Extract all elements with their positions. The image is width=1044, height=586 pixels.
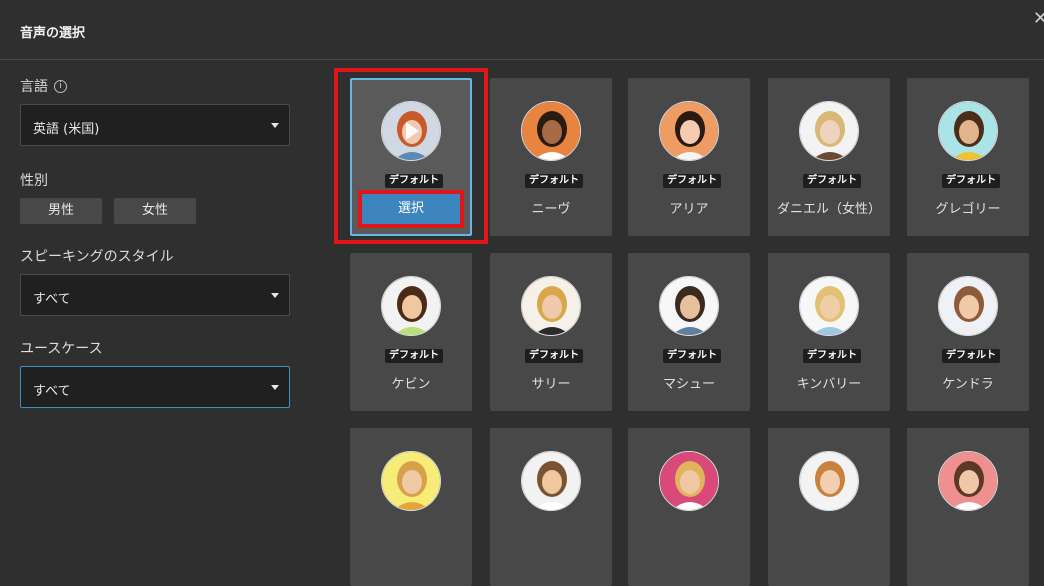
avatar xyxy=(938,101,998,161)
avatar xyxy=(521,276,581,336)
voice-name: アリア xyxy=(669,202,709,217)
voice-card[interactable]: デフォルトグレゴリー xyxy=(907,78,1029,236)
voice-name: ケビン xyxy=(391,377,431,392)
voice-name: サリー xyxy=(531,377,571,392)
voice-card[interactable] xyxy=(350,428,472,586)
avatar xyxy=(938,276,998,336)
voice-name: ダニエル（女性） xyxy=(776,202,881,217)
voice-card[interactable]: デフォルトキンバリー xyxy=(768,253,890,411)
voice-card[interactable]: デフォルト ケビン xyxy=(350,253,472,411)
chevron-down-icon xyxy=(271,385,279,390)
avatar xyxy=(381,451,441,511)
default-badge: デフォルト xyxy=(942,174,1000,188)
style-select[interactable]: すべて xyxy=(20,274,290,316)
voice-card[interactable] xyxy=(628,428,750,586)
voice-card[interactable] xyxy=(768,428,890,586)
avatar xyxy=(521,101,581,161)
usecase-label: ユースケース xyxy=(20,341,103,357)
voice-card[interactable]: デフォルト サリー xyxy=(490,253,612,411)
dialog-header: 音声の選択 ✕ xyxy=(0,0,1044,60)
highlight-box-select-button xyxy=(358,190,464,228)
default-badge: デフォルト xyxy=(803,174,861,188)
close-icon[interactable]: ✕ xyxy=(1033,8,1044,29)
default-badge: デフォルト xyxy=(942,349,1000,363)
voice-card[interactable]: デフォルトダニエル（女性） xyxy=(768,78,890,236)
dialog-title: 音声の選択 xyxy=(20,26,86,41)
default-badge: デフォルト xyxy=(385,349,443,363)
voice-card[interactable]: デフォルト アリア xyxy=(628,78,750,236)
language-label-row: 言語 i xyxy=(20,76,290,96)
voice-name: ケンドラ xyxy=(942,377,994,392)
avatar xyxy=(521,451,581,511)
voice-card[interactable] xyxy=(490,428,612,586)
voice-card[interactable]: デフォルト ニーヴ xyxy=(490,78,612,236)
voice-card[interactable] xyxy=(907,428,1029,586)
language-value: 英語 (米国) xyxy=(33,122,100,137)
default-badge: デフォルト xyxy=(525,349,583,363)
default-badge: デフォルト xyxy=(525,174,583,188)
chevron-down-icon xyxy=(271,123,279,128)
chevron-down-icon xyxy=(271,293,279,298)
avatar xyxy=(659,451,719,511)
avatar xyxy=(938,451,998,511)
usecase-select[interactable]: すべて xyxy=(20,366,290,408)
voice-card[interactable]: デフォルト ケンドラ xyxy=(907,253,1029,411)
info-icon[interactable]: i xyxy=(54,79,67,93)
gender-label: 性別 xyxy=(20,173,48,189)
avatar xyxy=(659,276,719,336)
avatar xyxy=(381,276,441,336)
gender-options: 男性 女性 xyxy=(20,198,290,224)
avatar xyxy=(659,101,719,161)
default-badge: デフォルト xyxy=(663,174,721,188)
default-badge: デフォルト xyxy=(803,349,861,363)
filter-panel: 言語 i 英語 (米国) 性別 男性 女性 スピーキングのスタイル すべて ユー… xyxy=(20,76,290,408)
avatar xyxy=(799,451,859,511)
style-label: スピーキングのスタイル xyxy=(20,249,174,265)
voice-name: マシュー xyxy=(662,377,715,392)
usecase-value: すべて xyxy=(33,384,71,399)
style-value: すべて xyxy=(33,292,71,307)
voice-card[interactable]: デフォルト マシュー xyxy=(628,253,750,411)
gender-male-button[interactable]: 男性 xyxy=(20,198,102,224)
avatar xyxy=(799,101,859,161)
language-select[interactable]: 英語 (米国) xyxy=(20,104,290,146)
language-label: 言語 xyxy=(20,79,48,95)
default-badge: デフォルト xyxy=(663,349,721,363)
voice-name: キンバリー xyxy=(796,377,862,392)
voice-name: グレゴリー xyxy=(935,202,1001,217)
avatar xyxy=(799,276,859,336)
voice-name: ニーヴ xyxy=(531,202,571,217)
gender-female-button[interactable]: 女性 xyxy=(114,198,196,224)
